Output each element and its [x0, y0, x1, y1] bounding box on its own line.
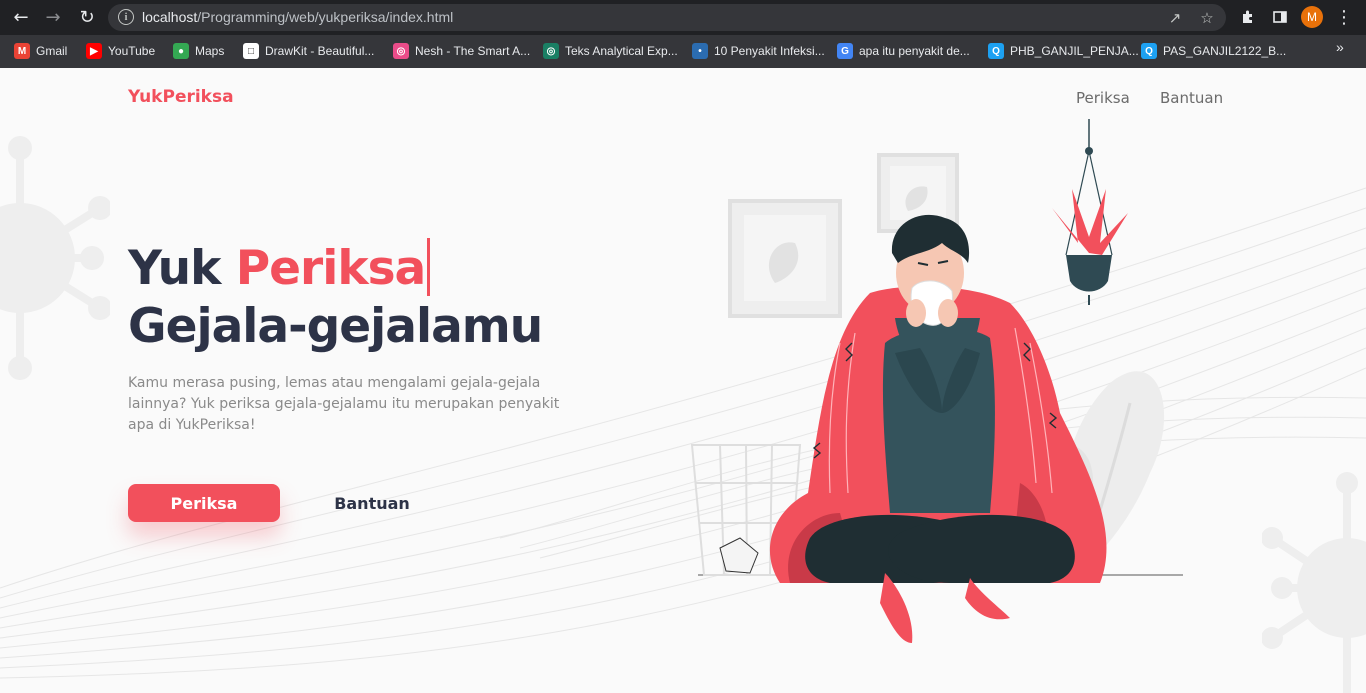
site-icon: •: [692, 43, 708, 59]
virus-decoration-left-icon: [0, 136, 110, 380]
dribbble-icon: ◎: [393, 43, 409, 59]
bookmark-label: 10 Penyakit Infeksi...: [714, 44, 825, 58]
side-panel-icon[interactable]: [1269, 6, 1291, 28]
hero-description: Kamu merasa pusing, lemas atau mengalami…: [128, 375, 560, 433]
bookmark-item[interactable]: M Gmail: [14, 41, 67, 61]
bookmark-item[interactable]: ◎ Teks Analytical Exp...: [543, 41, 678, 61]
bookmark-item[interactable]: ▶ YouTube: [86, 41, 155, 61]
site-logo[interactable]: YukPeriksa: [128, 87, 234, 107]
address-bar[interactable]: i localhost/Programming/web/yukperiksa/i…: [108, 4, 1226, 31]
bookmark-label: Maps: [195, 44, 225, 58]
profile-avatar[interactable]: M: [1301, 6, 1323, 28]
bookmark-label: Teks Analytical Exp...: [565, 44, 678, 58]
hanging-plant-icon: [1052, 119, 1128, 305]
share-icon[interactable]: ↗: [1166, 9, 1184, 27]
hero-title-accent: Periksa: [235, 241, 427, 296]
bookmark-star-icon[interactable]: ☆: [1198, 9, 1216, 27]
virus-decoration-right-icon: [1262, 472, 1366, 693]
maps-icon: ●: [173, 43, 189, 59]
bookmark-label: YouTube: [108, 44, 156, 58]
bookmarks-bar: M Gmail ▶ YouTube ● Maps □ DrawKit - Beautiful.…: [0, 35, 1366, 68]
bookmark-item[interactable]: • 10 Penyakit Infeksi...: [692, 41, 825, 61]
nav-link-bantuan[interactable]: Bantuan: [1160, 89, 1223, 107]
quizizz-icon: Q: [988, 43, 1004, 59]
quizizz-icon: Q: [1141, 43, 1157, 59]
forward-icon[interactable]: →: [42, 6, 64, 28]
periksa-button[interactable]: Periksa: [128, 484, 280, 522]
bookmarks-more-icon[interactable]: »: [1336, 39, 1344, 55]
nav-link-periksa[interactable]: Periksa: [1076, 89, 1130, 107]
bantuan-button[interactable]: Bantuan: [320, 484, 424, 522]
bookmark-label: apa itu penyakit de...: [859, 44, 970, 58]
bookmark-item[interactable]: ● Maps: [173, 41, 224, 61]
google-icon: G: [837, 43, 853, 59]
extensions-icon[interactable]: [1237, 6, 1259, 28]
page-viewport: YukPeriksa Periksa Bantuan Yuk Periksa G…: [0, 68, 1366, 693]
bookmark-item[interactable]: Gapa itu penyakit de...: [837, 41, 970, 61]
back-icon[interactable]: ←: [10, 6, 32, 28]
bookmark-label: DrawKit - Beautiful...: [265, 44, 375, 58]
bookmark-label: Nesh - The Smart A...: [415, 44, 531, 58]
bookmark-item[interactable]: ◎ Nesh - The Smart A...: [393, 41, 530, 61]
youtube-icon: ▶: [86, 43, 102, 59]
bookmark-item[interactable]: □ DrawKit - Beautiful...: [243, 41, 374, 61]
url-text[interactable]: localhost/Programming/web/yukperiksa/ind…: [142, 9, 453, 25]
bookmark-label: Gmail: [36, 44, 68, 58]
gmail-icon: M: [14, 43, 30, 59]
bookmark-label: PHB_GANJIL_PENJA...: [1010, 44, 1139, 58]
sick-person-illustration: [690, 119, 1183, 643]
crumpled-paper-icon: [719, 537, 759, 574]
bookmark-item[interactable]: Q PAS_GANJIL2122_B...: [1141, 41, 1286, 61]
bookmark-item[interactable]: Q PHB_GANJIL_PENJA...: [988, 41, 1139, 61]
wall-frame-large-icon: [728, 199, 842, 318]
bookmark-label: PAS_GANJIL2122_B...: [1163, 44, 1287, 58]
drawkit-icon: □: [243, 43, 259, 59]
hero-title-line2: Gejala-gejalamu: [128, 299, 543, 354]
info-icon[interactable]: i: [118, 9, 134, 25]
menu-kebab-icon[interactable]: ⋮: [1333, 6, 1355, 28]
reload-icon[interactable]: ↻: [76, 6, 98, 28]
globe-icon: ◎: [543, 43, 559, 59]
hero-title-plain: Yuk: [128, 241, 236, 296]
hero-title: Yuk Periksa Gejala-gejalamu: [128, 238, 543, 356]
browser-toolbar: ← → ↻ i localhost/Programming/web/yukper…: [0, 0, 1366, 35]
typing-caret: [427, 238, 431, 296]
